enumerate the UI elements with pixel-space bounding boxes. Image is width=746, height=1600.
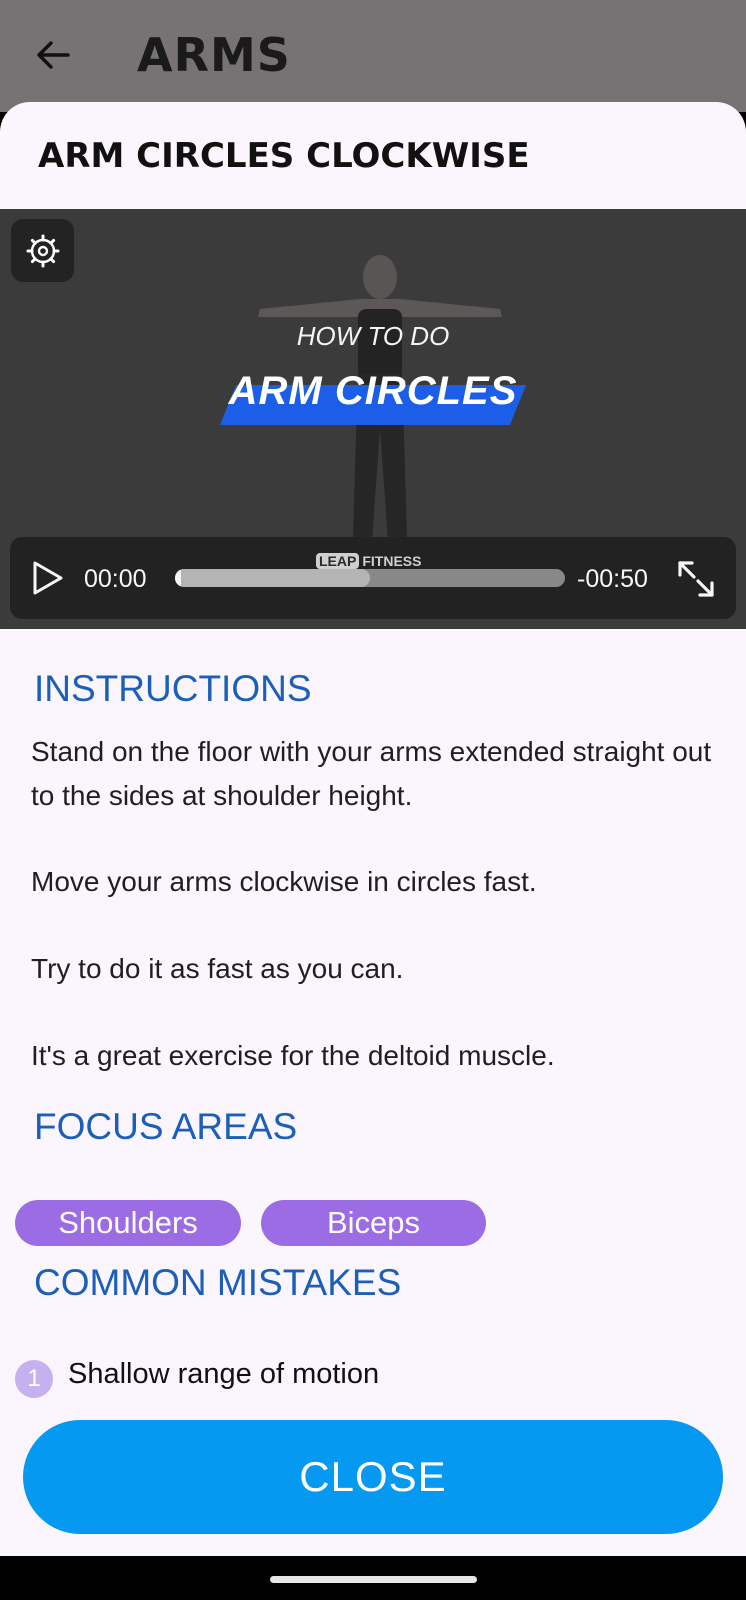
arrow-left-icon xyxy=(37,41,70,69)
fullscreen-button[interactable] xyxy=(674,557,718,601)
gear-icon xyxy=(26,234,59,267)
focus-area-chip[interactable]: Shoulders xyxy=(15,1200,241,1246)
mistake-item[interactable]: Shallow range of motion xyxy=(68,1358,379,1391)
mistake-number-badge: 1 xyxy=(15,1360,53,1398)
current-time: 00:00 xyxy=(84,565,147,593)
progress-buffered xyxy=(175,569,370,587)
video-player[interactable]: HOW TO DO ARM CIRCLES 00:00 LEAP FITNESS … xyxy=(0,209,746,629)
exercise-sheet: ARM CIRCLES CLOCKWISE HOW TO DO ARM CIRC… xyxy=(0,102,746,1556)
video-overlay-title: ARM CIRCLES xyxy=(228,369,518,413)
home-indicator[interactable] xyxy=(270,1576,477,1583)
instructions-heading: INSTRUCTIONS xyxy=(34,668,312,709)
instruction-paragraph: Try to do it as fast as you can. xyxy=(31,953,404,984)
video-controls-bar: 00:00 LEAP FITNESS -00:50 xyxy=(10,537,736,619)
leap-fitness-watermark: LEAP FITNESS xyxy=(316,553,421,569)
exercise-title: ARM CIRCLES CLOCKWISE xyxy=(38,136,530,176)
remaining-time: -00:50 xyxy=(577,565,648,593)
focus-area-chip[interactable]: Biceps xyxy=(261,1200,486,1246)
expand-icon xyxy=(678,561,714,597)
instruction-paragraph: Move your arms clockwise in circles fast… xyxy=(31,866,537,897)
back-button[interactable] xyxy=(28,30,78,80)
page-title: ARMS xyxy=(137,28,291,82)
focus-areas-heading: FOCUS AREAS xyxy=(34,1106,298,1147)
progress-handle[interactable] xyxy=(175,569,181,587)
instruction-paragraph: It's a great exercise for the deltoid mu… xyxy=(31,1040,555,1071)
play-icon xyxy=(33,561,63,595)
app-bar: ARMS xyxy=(0,0,746,112)
instruction-paragraph: Stand on the floor with your arms extend… xyxy=(31,736,712,811)
video-progress-slider[interactable] xyxy=(175,569,565,587)
play-button[interactable] xyxy=(30,559,70,599)
video-overlay-subtitle: HOW TO DO xyxy=(296,321,450,351)
common-mistakes-heading: COMMON MISTAKES xyxy=(34,1262,402,1303)
close-button[interactable]: CLOSE xyxy=(23,1420,723,1534)
video-settings-button[interactable] xyxy=(11,219,74,282)
